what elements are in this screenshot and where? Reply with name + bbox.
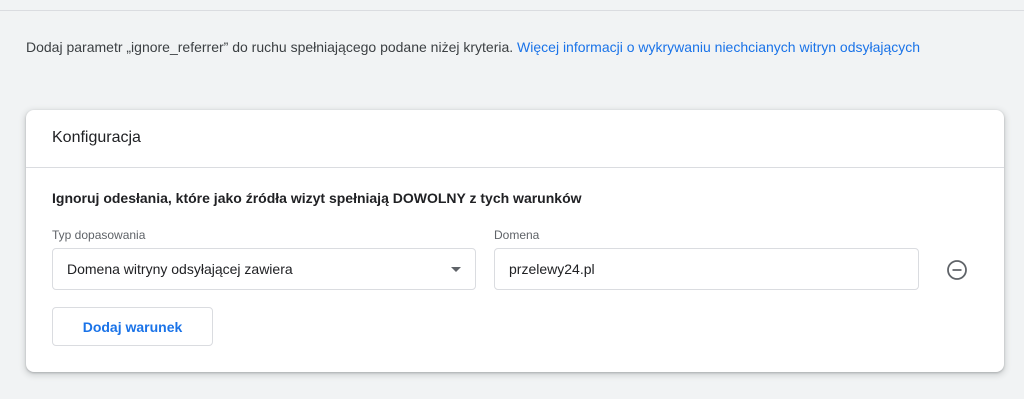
top-divider [0,10,1024,11]
card-title: Konfiguracja [52,129,141,146]
match-type-select[interactable]: Domena witryny odsyłającej zawiera [52,248,476,290]
configuration-card: Konfiguracja Ignoruj odesłania, które ja… [26,110,1004,372]
minus-circle-icon[interactable] [945,258,969,282]
intro-text: Dodaj parametr „ignore_referrer” do ruch… [26,36,966,58]
intro-description: Dodaj parametr „ignore_referrer” do ruch… [26,39,514,55]
match-type-label: Typ dopasowania [52,228,146,242]
learn-more-link[interactable]: Więcej informacji o wykrywaniu niechcian… [517,39,920,55]
condition-section-title: Ignoruj odesłania, które jako źródła wiz… [52,190,582,206]
match-type-value: Domena witryny odsyłającej zawiera [67,261,293,277]
card-header: Konfiguracja [26,110,1004,168]
add-condition-button[interactable]: Dodaj warunek [52,307,213,346]
domain-label: Domena [494,228,540,242]
caret-down-icon [451,267,461,272]
domain-input[interactable] [494,248,919,290]
